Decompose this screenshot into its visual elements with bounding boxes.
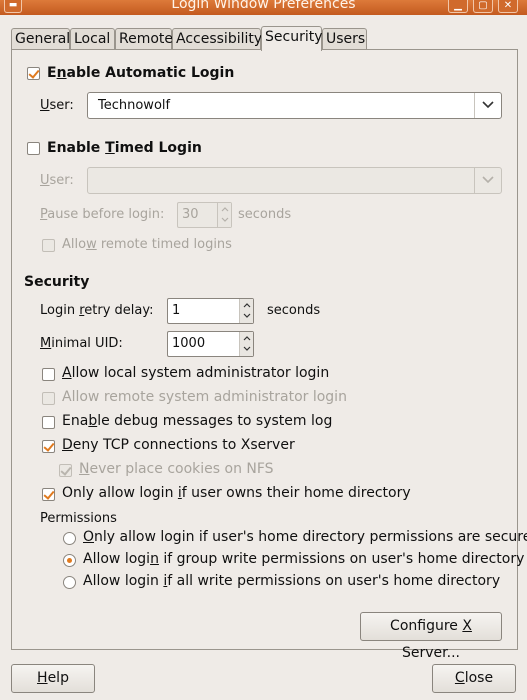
tab-remote[interactable]: Remote	[115, 28, 173, 50]
maximize-icon[interactable]: ▢	[473, 0, 493, 13]
timed-login-user-combo[interactable]	[87, 167, 502, 194]
pause-before-login-label: Pause before login:	[40, 207, 165, 222]
spin-up-icon[interactable]	[243, 302, 251, 308]
enable-debug-messages-checkbox[interactable]	[42, 416, 55, 429]
login-retry-delay-value: 1	[172, 303, 181, 318]
help-button[interactable]: Help	[11, 664, 95, 693]
spin-up-icon[interactable]	[243, 335, 251, 341]
never-place-cookies-nfs-checkbox[interactable]	[59, 464, 72, 477]
enable-automatic-login-checkbox[interactable]	[27, 67, 40, 80]
allow-remote-timed-logins-label: Allow remote timed logins	[62, 237, 232, 252]
minimal-uid-label: Minimal UID:	[40, 336, 123, 351]
retry-spinner-buttons[interactable]	[239, 299, 253, 323]
timed-login-user-dropdown[interactable]	[474, 168, 501, 193]
login-retry-delay-spinner[interactable]: 1	[167, 298, 254, 324]
deny-tcp-connections-label: Deny TCP connections to Xserver	[62, 437, 295, 453]
permissions-all-write-radio[interactable]	[63, 576, 76, 589]
tab-accessibility[interactable]: Accessibility	[172, 28, 262, 50]
permissions-all-write-label: Allow login if all write permissions on …	[83, 573, 501, 589]
login-retry-delay-label: Login retry delay:	[40, 303, 154, 318]
tab-security[interactable]: Security	[261, 26, 323, 51]
spin-down-icon[interactable]	[243, 346, 251, 352]
only-allow-login-owns-home-label: Only allow login if user owns their home…	[62, 485, 411, 501]
automatic-login-user-dropdown[interactable]	[474, 93, 501, 118]
close-button[interactable]: Close	[432, 664, 516, 693]
enable-automatic-login-label: Enable Automatic Login	[47, 65, 235, 81]
pause-before-login-value: 30	[182, 207, 199, 222]
minimal-uid-spinner[interactable]: 1000	[167, 331, 254, 357]
automatic-login-user-label: User:	[40, 98, 74, 113]
allow-remote-admin-login-checkbox[interactable]	[42, 392, 55, 405]
enable-timed-login-label: Enable Timed Login	[47, 140, 202, 156]
minimize-icon[interactable]: ▁	[448, 0, 468, 13]
security-panel: Enable Automatic Login User: Technowolf …	[11, 49, 527, 661]
chevron-down-icon	[482, 101, 494, 109]
permissions-heading: Permissions	[40, 511, 117, 526]
minimal-uid-value: 1000	[172, 336, 206, 351]
title-bar: ▬ Login Window Preferences ▁ ▢ ✕	[0, 0, 527, 15]
allow-remote-admin-login-label: Allow remote system administrator login	[62, 389, 347, 405]
pause-unit-label: seconds	[238, 207, 292, 222]
spin-up-icon[interactable]	[221, 206, 229, 212]
spin-down-icon[interactable]	[243, 313, 251, 319]
deny-tcp-connections-checkbox[interactable]	[42, 440, 55, 453]
uid-spinner-buttons[interactable]	[239, 332, 253, 356]
permissions-group-write-label: Allow login if group write permissions o…	[83, 551, 525, 567]
never-place-cookies-nfs-label: Never place cookies on NFS	[79, 461, 274, 477]
only-allow-login-owns-home-checkbox[interactable]	[42, 488, 55, 501]
tab-local[interactable]: Local	[70, 28, 115, 50]
spin-down-icon[interactable]	[221, 217, 229, 223]
permissions-group-write-radio[interactable]	[63, 554, 76, 567]
allow-local-admin-login-checkbox[interactable]	[42, 368, 55, 381]
automatic-login-user-combo[interactable]: Technowolf	[87, 92, 502, 119]
automatic-login-user-value: Technowolf	[98, 98, 171, 113]
permissions-secure-label: Only allow login if user's home director…	[83, 529, 527, 545]
pause-before-login-spinner[interactable]: 30	[177, 202, 232, 228]
timed-login-user-label: User:	[40, 173, 74, 188]
enable-timed-login-checkbox[interactable]	[27, 142, 40, 155]
close-window-icon[interactable]: ✕	[498, 0, 518, 13]
tab-general[interactable]: General	[11, 28, 70, 50]
allow-remote-timed-logins-checkbox[interactable]	[42, 239, 55, 252]
tab-users[interactable]: Users	[322, 28, 367, 50]
retry-unit-label: seconds	[267, 303, 321, 318]
allow-local-admin-login-label: Allow local system administrator login	[62, 365, 330, 381]
chevron-down-icon	[482, 176, 494, 184]
security-heading: Security	[24, 274, 90, 290]
permissions-secure-radio[interactable]	[63, 532, 76, 545]
configure-x-server-button[interactable]: Configure X Server...	[360, 612, 502, 661]
enable-debug-messages-label: Enable debug messages to system log	[62, 413, 333, 429]
pause-spinner-buttons[interactable]	[217, 203, 231, 227]
